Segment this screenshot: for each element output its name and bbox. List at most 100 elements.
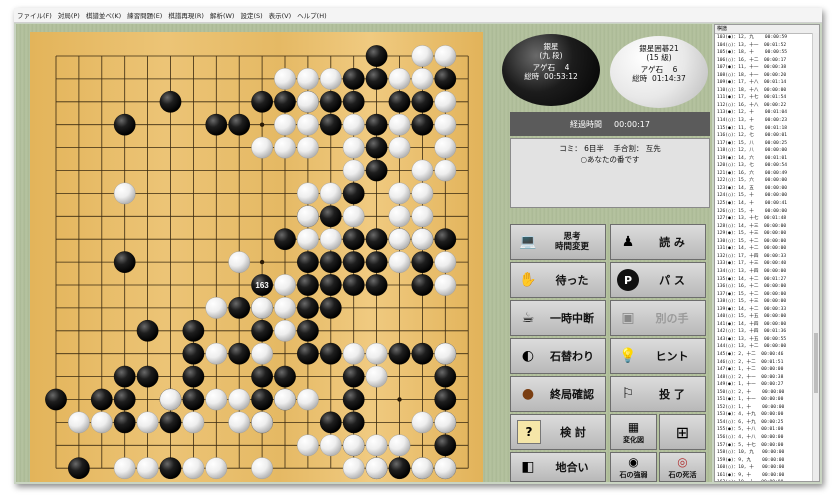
record-row[interactable]: 139(●)：14, 十二 00:00:33 [715,306,819,314]
hand-icon: ✋ [519,272,537,288]
board-grid[interactable]: 163 [30,32,483,482]
white-stone [136,457,159,480]
record-row[interactable]: 105(●)：18, 十 00:00:55 [715,49,819,57]
pause-button[interactable]: ☕ 一時中断 [510,300,606,336]
record-row[interactable]: 118(○)：12, 八 00:00:00 [715,147,819,155]
record-row[interactable]: 161(●)：9, 十 00:00:00 [715,472,819,480]
menu-item[interactable]: 棋譜再現(R) [165,10,207,20]
record-row[interactable]: 147(●)：1, 十二 00:00:00 [715,366,819,374]
record-row[interactable]: 116(○)：12, 七 00:00:01 [715,132,819,140]
territory-button[interactable]: ◧ 地合い [510,452,606,482]
record-row[interactable]: 127(●)：13, 十七 00:01:48 [715,215,819,223]
menu-item[interactable]: ヘルプ(H) [294,10,329,20]
record-row[interactable]: 103(●)：12, 九 00:00:59 [715,34,819,42]
record-row[interactable]: 135(●)：14, 十二 00:01:27 [715,276,819,284]
record-row[interactable]: 104(○)：13, 十一 00:01:52 [715,42,819,50]
menu-item[interactable]: ファイル(F) [14,10,55,20]
record-row[interactable]: 128(○)：14, 十三 00:00:00 [715,223,819,231]
record-row[interactable]: 120(○)：13, 七 00:00:54 [715,162,819,170]
record-row[interactable]: 153(●)：4, 十九 00:00:00 [715,411,819,419]
record-row[interactable]: 145(●)：2, 十二 00:00:46 [715,351,819,359]
menu-item[interactable]: 解析(W) [207,10,238,20]
resign-button[interactable]: ⚐ 投 了 [610,376,706,412]
game-record-list[interactable]: 棋譜 103(●)：12, 九 00:00:59 104(○)：13, 十一 00… [714,24,820,482]
record-row[interactable]: 137(●)：15, 十二 00:00:00 [715,291,819,299]
menu-item[interactable]: 表示(V) [266,10,295,20]
record-row[interactable]: 132(○)：17, 十四 00:00:33 [715,253,819,261]
record-scrollbar[interactable] [812,33,819,481]
pass-icon: P [617,269,639,291]
record-row[interactable]: 144(○)：13, 十二 00:00:00 [715,343,819,351]
record-row[interactable]: 138(○)：15, 十三 00:00:00 [715,298,819,306]
record-row[interactable]: 141(●)：14, 十四 00:00:00 [715,321,819,329]
record-row[interactable]: 125(●)：14, 十 00:00:41 [715,200,819,208]
go-board[interactable]: 163 [30,32,483,482]
record-row[interactable]: 142(○)：13, 十四 00:01:36 [715,328,819,336]
record-row[interactable]: 140(○)：15, 十五 00:00:00 [715,313,819,321]
record-row[interactable]: 149(●)：1, 十一 00:00:27 [715,381,819,389]
white-stone [159,388,182,411]
record-row[interactable]: 119(●)：14, 六 00:01:01 [715,155,819,163]
record-row[interactable]: 156(○)：4, 十八 00:00:00 [715,434,819,442]
other-move-button[interactable]: ▣ 別の手 [610,300,706,336]
record-row[interactable]: 111(●)：17, 十七 00:01:54 [715,94,819,102]
review-button[interactable]: ? 検 討 [510,414,606,450]
record-row[interactable]: 162(○)：10, 十一 00:00:00 [715,479,819,481]
record-row[interactable]: 133(●)：17, 十三 00:00:40 [715,260,819,268]
white-stone [388,251,411,273]
record-row[interactable]: 114(○)：13, 十 00:00:23 [715,117,819,125]
record-row[interactable]: 123(●)：14, 五 00:00:00 [715,185,819,193]
record-row[interactable]: 157(●)：5, 十七 00:00:00 [715,442,819,450]
stone-bowl-icon: ● [521,386,535,402]
record-row[interactable]: 159(●)：9, 九 00:00:00 [715,457,819,465]
record-row[interactable]: 106(○)：16, 十二 00:00:17 [715,57,819,65]
menu-item[interactable]: 設定(S) [237,10,265,20]
record-row[interactable]: 110(○)：18, 十八 00:00:00 [715,87,819,95]
undo-button[interactable]: ✋ 待った [510,262,606,298]
black-player-rank: (九 段) [539,51,563,60]
record-row[interactable]: 124(○)：15, 十 00:00:00 [715,192,819,200]
record-row[interactable]: 158(○)：10, 九 00:00:00 [715,449,819,457]
scrollbar-thumb[interactable] [814,333,818,393]
record-row[interactable]: 152(○)：1, 十 00:00:00 [715,404,819,412]
record-row[interactable]: 134(○)：13, 十四 00:00:00 [715,268,819,276]
end-check-button[interactable]: ● 終局確認 [510,376,606,412]
record-row[interactable]: 160(○)：10, 十 00:00:00 [715,464,819,472]
hint-button[interactable]: 💡 ヒント [610,338,706,374]
record-row[interactable]: 108(○)：18, 十一 00:00:20 [715,72,819,80]
record-row[interactable]: 107(●)：11, 十一 00:00:38 [715,64,819,72]
menu-item[interactable]: 練習問題(E) [124,10,165,20]
record-row[interactable]: 146(○)：2, 十二 00:01:51 [715,359,819,367]
record-row[interactable]: 130(○)：15, 十二 00:00:00 [715,238,819,246]
record-row[interactable]: 113(●)：12, 十 00:01:04 [715,109,819,117]
record-row[interactable]: 109(●)：17, 十八 00:01:14 [715,79,819,87]
think-time-button[interactable]: 💻 思考 時間変更 [510,224,606,260]
black-stone [342,251,365,273]
record-row[interactable]: 112(○)：16, 十八 00:00:22 [715,102,819,110]
life-death-button[interactable]: ◎ 石の死活 [659,452,706,482]
menu-item[interactable]: 対局(P) [55,10,83,20]
record-row[interactable]: 121(●)：16, 六 00:00:49 [715,170,819,178]
read-button[interactable]: ♟ 読 み [610,224,706,260]
record-row[interactable]: 117(●)：15, 八 00:00:25 [715,140,819,148]
record-row[interactable]: 136(○)：16, 十二 00:00:00 [715,283,819,291]
turn-message: ○あなたの番です [580,155,640,164]
black-stone [182,388,205,411]
record-row[interactable]: 115(●)：11, 七 00:01:18 [715,125,819,133]
record-row[interactable]: 148(○)：2, 十一 00:00:38 [715,374,819,382]
record-row[interactable]: 129(●)：15, 十三 00:00:00 [715,230,819,238]
record-row[interactable]: 154(○)：6, 十九 00:00:25 [715,419,819,427]
record-row[interactable]: 143(●)：13, 十五 00:00:55 [715,336,819,344]
board-view-button[interactable]: ⊞ [659,414,706,450]
pass-button[interactable]: P パ ス [610,262,706,298]
menu-item[interactable]: 棋譜並べ(K) [83,10,124,20]
record-row[interactable]: 155(●)：5, 十八 00:01:00 [715,426,819,434]
record-row[interactable]: 150(○)：2, 十 00:00:00 [715,389,819,397]
record-row[interactable]: 131(●)：14, 十二 00:00:00 [715,245,819,253]
swap-stones-button[interactable]: ◐ 石替わり [510,338,606,374]
variation-button[interactable]: ▦ 変化図 [610,414,657,450]
record-row[interactable]: 151(●)：1, 十一 00:00:00 [715,396,819,404]
record-row[interactable]: 126(○)：15, 十 00:00:00 [715,208,819,216]
stone-strength-button[interactable]: ◉ 石の強弱 [610,452,657,482]
record-row[interactable]: 122(○)：15, 六 00:00:00 [715,177,819,185]
